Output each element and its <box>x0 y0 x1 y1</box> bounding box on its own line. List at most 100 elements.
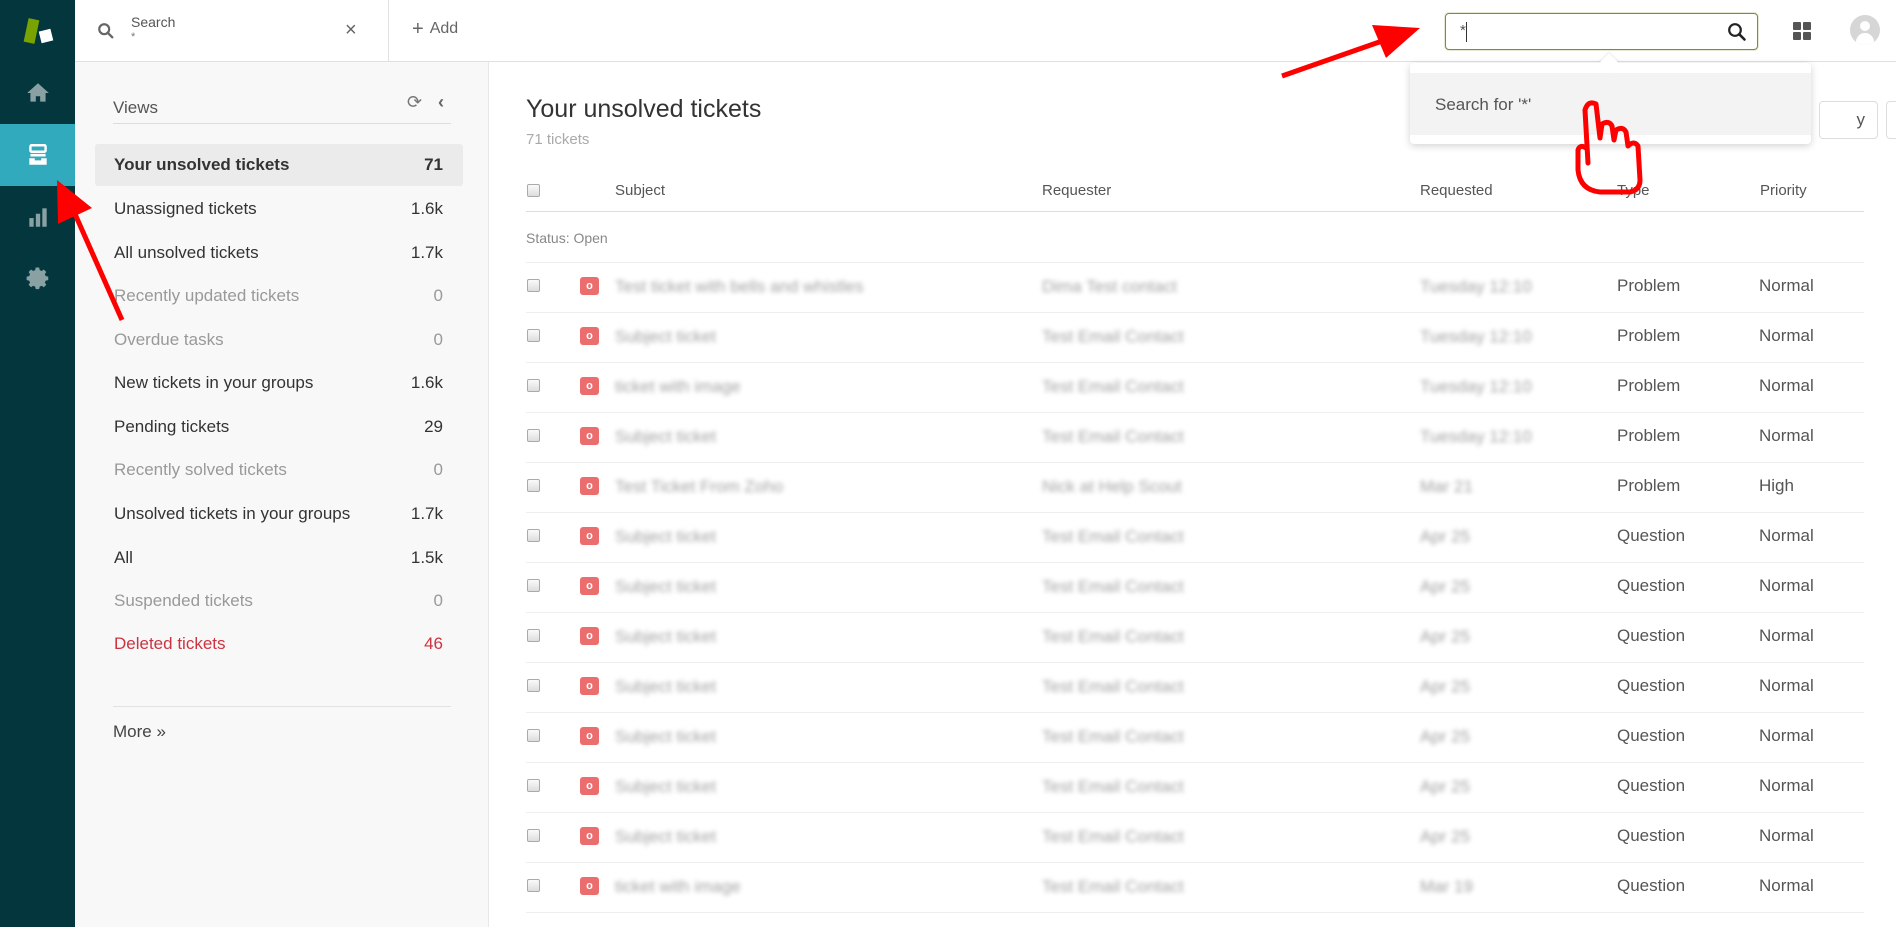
ticket-priority: Normal <box>1759 376 1814 395</box>
view-item[interactable]: All 1.5k <box>95 537 463 579</box>
view-item[interactable]: Deleted tickets 46 <box>95 623 463 665</box>
ticket-subject[interactable]: Subject ticket <box>615 577 716 597</box>
table-row[interactable]: o Subject ticket Test Email Contact Apr 25 Q… <box>526 713 1864 763</box>
products-grid-icon[interactable] <box>1793 22 1811 40</box>
row-checkbox[interactable] <box>527 429 540 442</box>
table-row[interactable]: o Subject ticket Test Email Contact Apr 25 Q… <box>526 813 1864 863</box>
view-count: 1.5k <box>410 548 443 567</box>
ticket-requester: Test Email Contact <box>1042 877 1184 896</box>
view-item[interactable]: Unassigned tickets 1.6k <box>95 188 463 230</box>
view-item[interactable]: Recently updated tickets 0 <box>95 275 463 317</box>
select-all-checkbox[interactable] <box>527 184 540 197</box>
status-badge: o <box>580 327 599 345</box>
column-requester[interactable]: Requester <box>1042 182 1111 199</box>
row-checkbox[interactable] <box>527 579 540 592</box>
column-priority[interactable]: Priority <box>1760 182 1807 199</box>
search-for-option[interactable]: Search for '*' <box>1410 73 1811 135</box>
row-checkbox[interactable] <box>527 829 540 842</box>
more-views-link[interactable]: More » <box>113 722 166 742</box>
table-row[interactable]: o Test ticket with bells and whistles Dima… <box>526 263 1864 313</box>
table-row[interactable]: o Subject ticket Test Email Contact Apr 25 Q… <box>526 663 1864 713</box>
ticket-subject[interactable]: Subject ticket <box>615 327 716 347</box>
view-count: 1.7k <box>410 504 443 523</box>
ticket-subject[interactable]: Subject ticket <box>615 677 716 697</box>
search-input-value: * <box>1460 22 1466 39</box>
row-checkbox[interactable] <box>527 329 540 342</box>
ticket-requester: Test Email Contact <box>1042 627 1184 646</box>
view-label: Overdue tasks <box>114 330 224 349</box>
status-badge: o <box>580 827 599 845</box>
play-button[interactable]: y <box>1819 101 1878 139</box>
text-cursor <box>1466 22 1467 42</box>
tab-search[interactable]: Search * × <box>75 0 389 62</box>
options-dropdown-button[interactable] <box>1886 101 1896 139</box>
ticket-subject[interactable]: ticket with image <box>615 377 741 397</box>
ticket-count: 71 tickets <box>526 131 590 148</box>
refresh-icon[interactable]: ⟳ <box>407 92 422 113</box>
ticket-subject[interactable]: Subject ticket <box>615 627 716 647</box>
view-item[interactable]: Suspended tickets 0 <box>95 580 463 622</box>
collapse-panel-icon[interactable]: ‹ <box>438 92 444 113</box>
view-item[interactable]: Your unsolved tickets 71 <box>95 144 463 186</box>
ticket-type: Problem <box>1617 426 1681 445</box>
ticket-priority: Normal <box>1759 526 1814 545</box>
view-count: 0 <box>433 460 443 479</box>
view-item[interactable]: New tickets in your groups 1.6k <box>95 362 463 404</box>
view-item[interactable]: Recently solved tickets 0 <box>95 449 463 491</box>
ticket-requester: Test Email Contact <box>1042 377 1184 396</box>
nav-admin[interactable] <box>0 248 75 310</box>
status-badge: o <box>580 527 599 545</box>
view-item[interactable]: Pending tickets 29 <box>95 406 463 448</box>
row-checkbox[interactable] <box>527 629 540 642</box>
ticket-subject[interactable]: Test ticket with bells and whistles <box>615 277 864 297</box>
ticket-subject[interactable]: Subject ticket <box>615 827 716 847</box>
ticket-subject[interactable]: Subject ticket <box>615 777 716 797</box>
ticket-subject[interactable]: Subject ticket <box>615 727 716 747</box>
row-checkbox[interactable] <box>527 729 540 742</box>
column-requested[interactable]: Requested <box>1420 182 1493 199</box>
row-checkbox[interactable] <box>527 279 540 292</box>
ticket-subject[interactable]: Subject ticket <box>615 527 716 547</box>
column-subject[interactable]: Subject <box>615 182 665 199</box>
nav-views[interactable] <box>0 124 75 186</box>
table-row[interactable]: o Subject ticket Test Email Contact Apr 25 Q… <box>526 513 1864 563</box>
row-checkbox[interactable] <box>527 529 540 542</box>
tickets-icon <box>28 144 47 165</box>
ticket-requested: Mar 21 <box>1420 477 1473 496</box>
table-row[interactable]: o ticket with image Test Email Contact Tues… <box>526 363 1864 413</box>
table-row[interactable]: o Subject ticket Test Email Contact Apr 25 Q… <box>526 763 1864 813</box>
ticket-priority: Normal <box>1759 876 1814 895</box>
ticket-requester: Test Email Contact <box>1042 777 1184 796</box>
zendesk-logo-icon[interactable] <box>0 0 75 62</box>
row-checkbox[interactable] <box>527 879 540 892</box>
view-count: 0 <box>433 286 443 305</box>
table-row[interactable]: o ticket with image Test Email Contact Mar … <box>526 863 1864 913</box>
table-row[interactable]: o Subject ticket Test Email Contact Apr 25 Q… <box>526 613 1864 663</box>
ticket-type: Question <box>1617 576 1686 595</box>
view-item[interactable]: Unsolved tickets in your groups 1.7k <box>95 493 463 535</box>
row-checkbox[interactable] <box>527 679 540 692</box>
table-row[interactable]: o Subject ticket Test Email Contact Tuesday… <box>526 413 1864 463</box>
nav-home[interactable] <box>0 62 75 124</box>
row-checkbox[interactable] <box>527 779 540 792</box>
user-avatar-icon[interactable] <box>1850 15 1880 45</box>
ticket-subject[interactable]: Test Ticket From Zoho <box>615 477 783 497</box>
add-button[interactable]: + Add <box>412 19 458 39</box>
table-row[interactable]: o Subject ticket Test Email Contact Apr 25 Q… <box>526 563 1864 613</box>
view-item[interactable]: All unsolved tickets 1.7k <box>95 232 463 274</box>
nav-reporting[interactable] <box>0 186 75 248</box>
table-row[interactable]: o Subject ticket Test Email Contact Tuesday… <box>526 313 1864 363</box>
ticket-subject[interactable]: Subject ticket <box>615 427 716 447</box>
column-type[interactable]: Type <box>1617 182 1650 199</box>
ticket-subject[interactable]: ticket with image <box>615 877 741 897</box>
view-label: Deleted tickets <box>114 634 226 653</box>
ticket-requested: Apr 25 <box>1420 677 1471 696</box>
row-checkbox[interactable] <box>527 479 540 492</box>
row-checkbox[interactable] <box>527 379 540 392</box>
search-input[interactable]: * <box>1445 13 1758 50</box>
ticket-requested: Apr 25 <box>1420 627 1471 646</box>
table-row[interactable]: o Test Ticket From Zoho Nick at Help Scout… <box>526 463 1864 513</box>
search-submit-icon[interactable] <box>1727 22 1747 42</box>
close-tab-icon[interactable]: × <box>345 18 357 42</box>
view-item[interactable]: Overdue tasks 0 <box>95 319 463 361</box>
